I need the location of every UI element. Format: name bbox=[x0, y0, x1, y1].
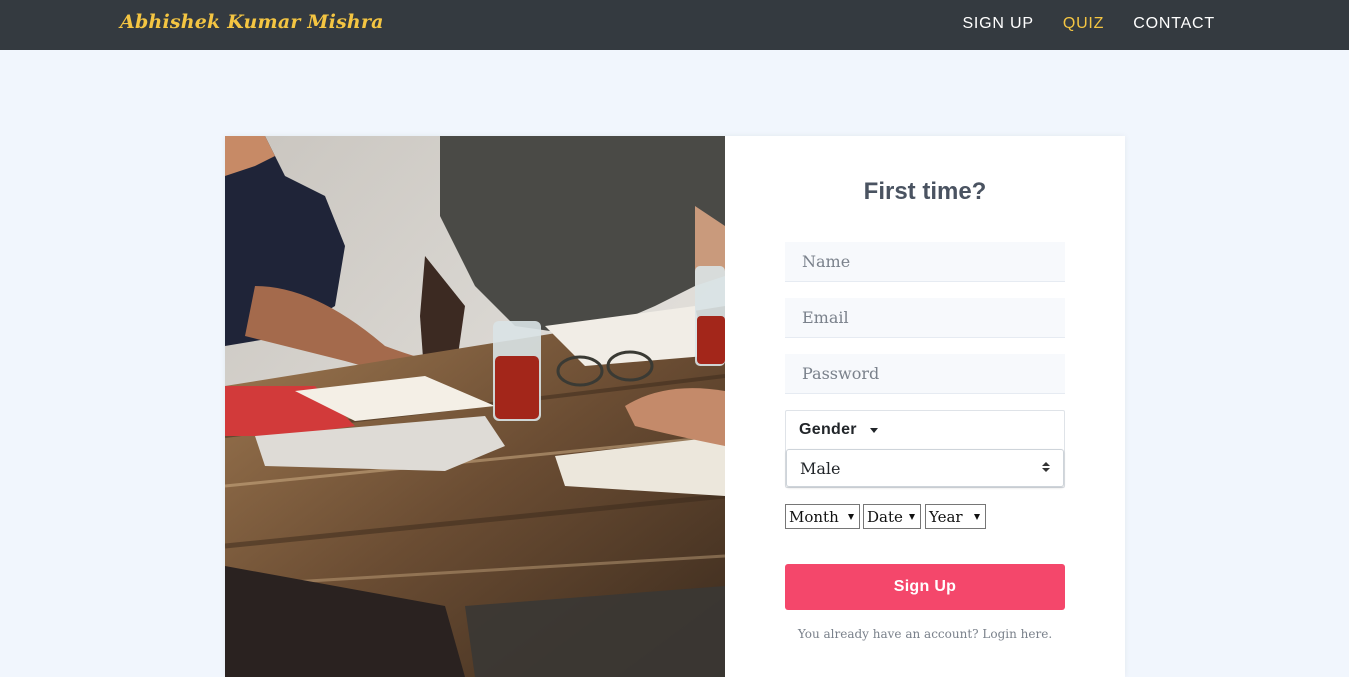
brand-logo[interactable]: Abhishek Kumar Mishra bbox=[120, 11, 384, 33]
dropdown-arrow-icon bbox=[909, 514, 915, 520]
top-navbar: Abhishek Kumar Mishra SIGN UP QUIZ CONTA… bbox=[0, 0, 1349, 50]
nav-link-sign-up[interactable]: SIGN UP bbox=[962, 15, 1033, 33]
date-select[interactable]: Date bbox=[863, 504, 921, 529]
month-select[interactable]: Month bbox=[785, 504, 860, 529]
sign-up-button[interactable]: Sign Up bbox=[785, 564, 1065, 610]
nav-link-contact[interactable]: CONTACT bbox=[1133, 15, 1215, 33]
date-select-label: Date bbox=[867, 508, 903, 526]
dropdown-arrow-icon bbox=[848, 514, 854, 520]
gender-selected-value: Male bbox=[800, 459, 841, 478]
people-at-table-photo bbox=[225, 136, 725, 677]
year-select[interactable]: Year bbox=[925, 504, 986, 529]
name-input[interactable] bbox=[785, 242, 1065, 282]
nav-link-quiz[interactable]: QUIZ bbox=[1063, 15, 1104, 33]
gender-label: Gender bbox=[799, 421, 857, 438]
year-select-label: Year bbox=[929, 508, 963, 526]
gender-group: Gender Male bbox=[785, 410, 1065, 488]
nav-links: SIGN UP QUIZ CONTACT bbox=[962, 15, 1215, 33]
dropdown-arrow-icon bbox=[974, 514, 980, 520]
gender-select[interactable]: Male bbox=[786, 449, 1064, 487]
email-input[interactable] bbox=[785, 298, 1065, 338]
caret-down-icon bbox=[870, 428, 878, 433]
login-link[interactable]: You already have an account? Login here. bbox=[798, 627, 1052, 641]
select-arrows-icon bbox=[1042, 462, 1050, 472]
form-title: First time? bbox=[863, 178, 987, 205]
login-prompt: You already have an account? Login here. bbox=[785, 627, 1065, 641]
month-select-label: Month bbox=[789, 508, 839, 526]
signup-card: First time? Gender Male Month Date bbox=[225, 136, 1125, 677]
password-input[interactable] bbox=[785, 354, 1065, 394]
